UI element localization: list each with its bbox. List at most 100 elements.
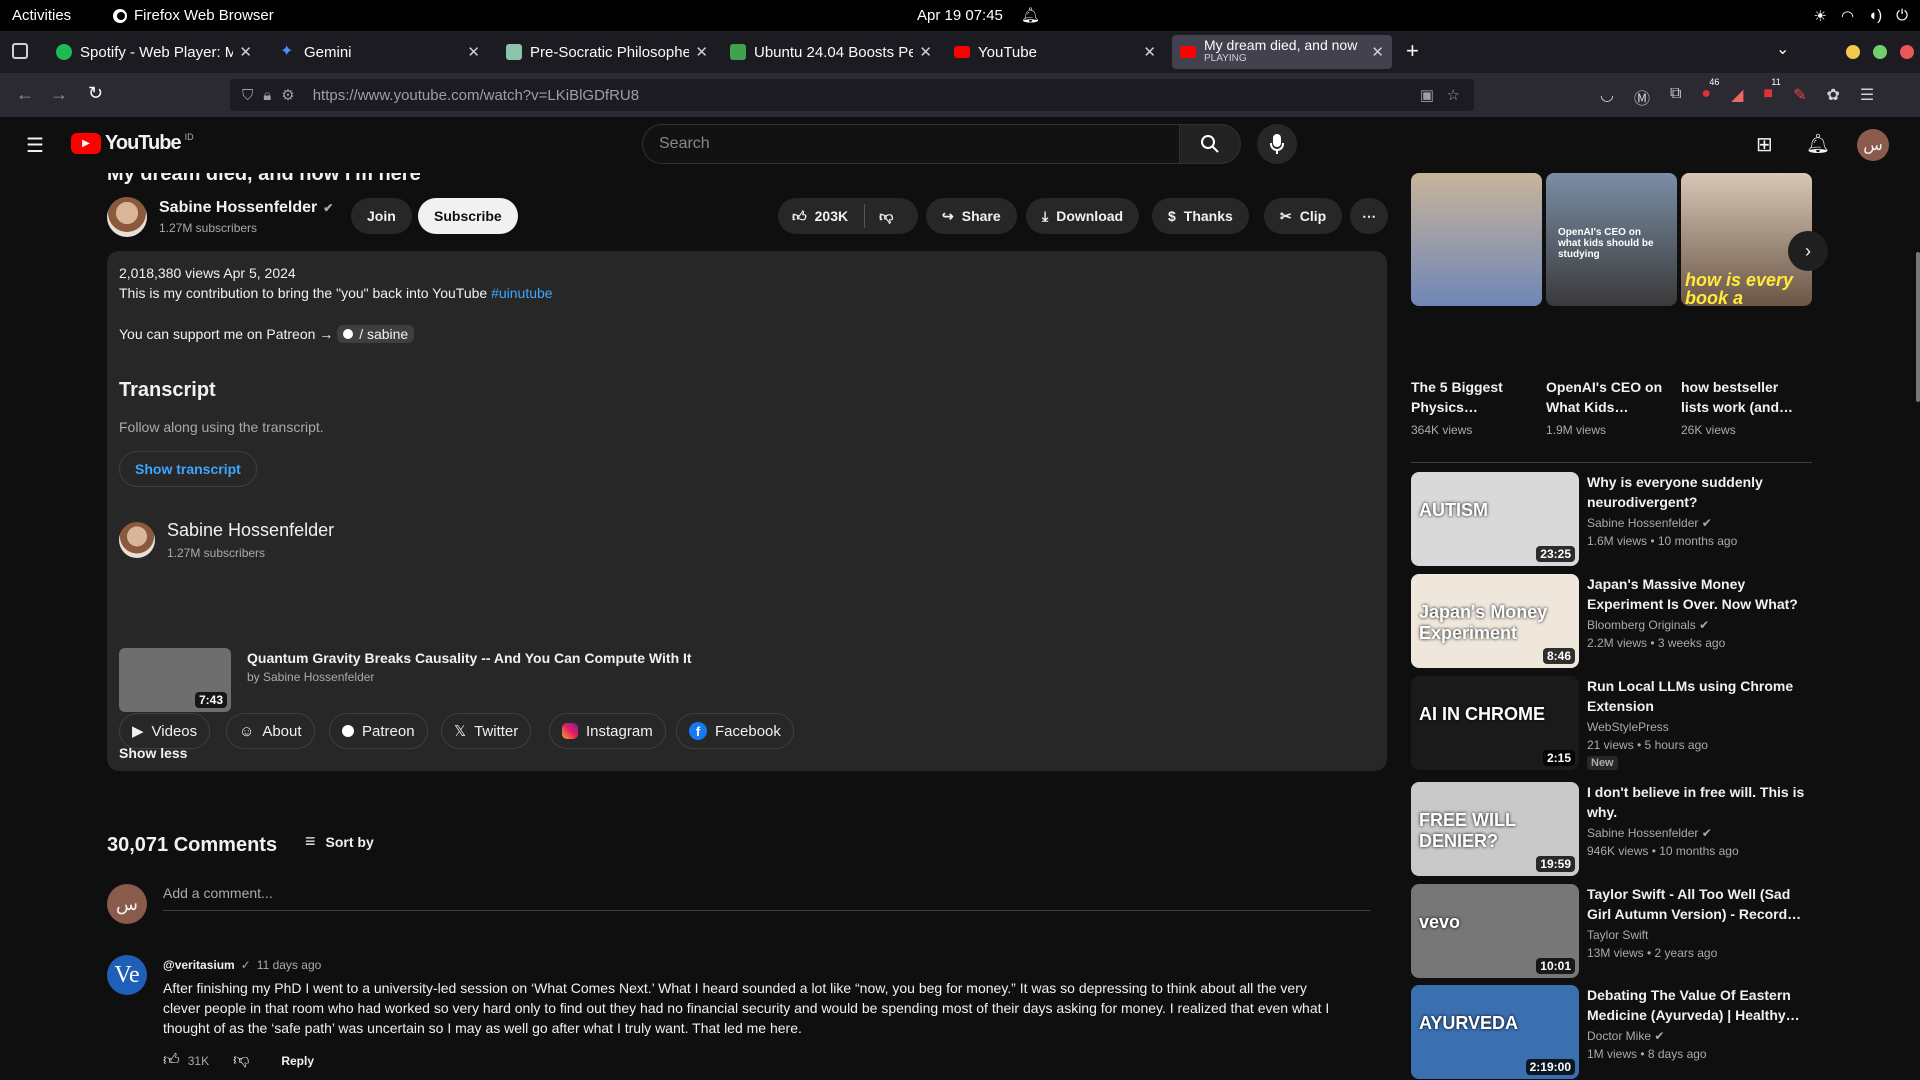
new-tab-button[interactable]: + [1406,38,1419,64]
recommended-video[interactable]: AYURVEDA 2:19:00 Debating The Value Of Eas… [1411,985,1821,1079]
video-thumbnail[interactable]: AI IN CHROME 2:15 [1411,676,1579,770]
video-channel[interactable]: Sabine Hossenfelder ✔ [1587,826,1712,840]
add-comment-input[interactable]: Add a comment... [163,885,1370,911]
extension-icon[interactable]: ✎ [1793,85,1806,109]
account-avatar[interactable]: س [1857,129,1889,161]
voice-search-button[interactable] [1257,124,1297,164]
close-icon[interactable]: ✕ [695,43,708,61]
video-channel[interactable]: WebStylePress [1587,720,1669,734]
url-bar[interactable]: ⛉ 🔒︎ ⚙ https://www.youtube.com/watch?v=L… [230,79,1474,111]
shelf-next-button[interactable]: › [1788,231,1828,271]
extension-icon[interactable]: ✿ [1826,85,1839,109]
search-input[interactable]: Search [642,124,1180,164]
video-channel[interactable]: Bloomberg Originals ✔ [1587,618,1709,632]
extension-badge-icon[interactable]: ■ 11 [1763,77,1780,109]
comment-author[interactable]: @veritasium [163,958,235,972]
bookmark-star-icon[interactable]: ☆ [1447,86,1460,104]
reply-button[interactable]: Reply [281,1054,314,1068]
tab-youtube[interactable]: YouTube ✕ [946,36,1164,68]
video-thumbnail[interactable]: AUTISM 23:25 [1411,472,1579,566]
video-title[interactable]: I don't believe in free will. This is wh… [1587,782,1817,822]
channel-name[interactable]: Sabine Hossenfelder [167,520,334,541]
sort-button[interactable]: ≡ Sort by [305,831,374,852]
download-button[interactable]: ⤓ Download [1026,198,1140,234]
like-button[interactable]: 👍︎ 203K 👎︎ [778,198,918,234]
video-title[interactable]: Run Local LLMs using Chrome Extension [1587,676,1817,716]
system-tray[interactable]: ☀ ◠ ◖) ⏻ [1814,7,1908,25]
join-button[interactable]: Join [351,198,412,234]
tab-spotify[interactable]: Spotify - Web Player: Mu ✕ [48,36,260,68]
video-thumbnail[interactable]: Japan's Money Experiment 8:46 [1411,574,1579,668]
clock[interactable]: Apr 19 07:45 [917,7,1003,24]
back-icon[interactable]: ← [16,84,34,105]
extension-badge-icon[interactable]: ● 46 [1701,77,1719,109]
subscribe-button[interactable]: Subscribe [418,198,518,234]
tab-ubuntu[interactable]: Ubuntu 24.04 Boosts Per ✕ [722,36,940,68]
more-actions-button[interactable]: ⋯ [1350,198,1388,234]
recommended-video[interactable]: AUTISM 23:25 Why is everyone suddenly neur… [1411,472,1821,566]
thumbs-down-icon[interactable]: 👎︎ [233,1051,249,1070]
channel-name[interactable]: Sabine Hossenfelder ✔ [159,199,333,217]
account-icon[interactable]: Ⓜ [1634,85,1650,109]
activities-button[interactable]: Activities [12,7,71,24]
channel-avatar[interactable] [119,522,155,558]
video-channel[interactable]: Sabine Hossenfelder ✔ [1587,516,1712,530]
commenter-avatar[interactable]: Ve [107,955,147,995]
hashtag-link[interactable]: #uinutube [491,285,553,301]
menu-icon[interactable]: ☰ [1860,85,1874,109]
show-transcript-button[interactable]: Show transcript [119,451,257,487]
scrollbar-thumb[interactable] [1916,252,1920,402]
video-title[interactable]: Taylor Swift - All Too Well (Sad Girl Au… [1587,884,1817,924]
hamburger-menu-icon[interactable]: ☰ [26,133,44,158]
patreon-link[interactable]: / sabine [337,325,415,343]
short-thumbnail[interactable]: OpenAI's CEO on what kids should be stud… [1546,173,1677,306]
instagram-chip[interactable]: Instagram [549,713,666,749]
pocket-icon[interactable]: ◡ [1600,85,1614,109]
short-title[interactable]: OpenAI's CEO on What Kids… [1546,377,1674,417]
thanks-button[interactable]: $ Thanks [1152,198,1249,234]
notifications-icon[interactable]: 🔔︎ [1806,132,1830,156]
tab-overview-icon[interactable] [12,43,28,59]
close-icon[interactable]: ✕ [239,43,252,61]
recommended-video[interactable]: Japan's Money Experiment 8:46 Japan's Mass… [1411,574,1821,668]
tab-gemini[interactable]: ✦ Gemini ✕ [272,36,488,68]
video-channel[interactable]: Doctor Mike ✔ [1587,1029,1664,1043]
featured-video-title[interactable]: Quantum Gravity Breaks Causality -- And … [247,650,692,666]
tab-presocratic[interactable]: Pre-Socratic Philosopher ✕ [498,36,716,68]
short-thumbnail[interactable] [1411,173,1542,306]
close-icon[interactable]: ✕ [1371,43,1384,61]
recommended-video[interactable]: FREE WILL DENIER? 19:59 I don't believe in… [1411,782,1821,876]
thumbs-up-icon[interactable]: 👍︎ [163,1051,180,1070]
close-icon[interactable]: ✕ [467,43,480,61]
video-title[interactable]: Why is everyone suddenly neurodivergent? [1587,472,1817,512]
videos-chip[interactable]: ▶ Videos [119,713,211,749]
video-title[interactable]: Japan's Massive Money Experiment Is Over… [1587,574,1817,614]
show-less-button[interactable]: Show less [119,745,187,761]
app-menu[interactable]: Firefox Web Browser [112,7,274,24]
share-button[interactable]: ↪ Share [926,198,1017,234]
youtube-logo[interactable]: ▶ YouTube ID [71,132,194,155]
tab-current-video[interactable]: My dream died, and now PLAYING ✕ [1172,35,1392,69]
video-thumbnail[interactable]: vevo 10:01 [1411,884,1579,978]
thumbs-down-icon[interactable]: 👎︎ [879,208,893,225]
description-box[interactable]: 2,018,380 views Apr 5, 2024 This is my c… [107,251,1387,771]
reload-icon[interactable]: ↻ [88,83,103,104]
short-title[interactable]: The 5 Biggest Physics… [1411,377,1539,417]
video-thumbnail[interactable]: FREE WILL DENIER? 19:59 [1411,782,1579,876]
extensions-icon[interactable]: ⧉ [1670,85,1681,109]
recommended-video[interactable]: AI IN CHROME 2:15 Run Local LLMs using Chr… [1411,676,1821,770]
comment-age[interactable]: 11 days ago [257,958,322,972]
close-icon[interactable]: ✕ [1143,43,1156,61]
close-window-button[interactable] [1900,45,1914,59]
extension-icon[interactable]: ◢ [1731,85,1743,109]
minimize-button[interactable] [1846,45,1860,59]
video-title[interactable]: Debating The Value Of Eastern Medicine (… [1587,985,1817,1025]
channel-avatar[interactable] [107,197,147,237]
recommended-video[interactable]: vevo 10:01 Taylor Swift - All Too Well (Sa… [1411,884,1821,978]
about-chip[interactable]: ☺ About [226,713,315,749]
video-thumbnail[interactable]: AYURVEDA 2:19:00 [1411,985,1579,1079]
create-video-icon[interactable]: ⊞ [1756,132,1773,157]
facebook-chip[interactable]: f Facebook [676,713,794,749]
featured-video-thumbnail[interactable]: 7:43 [119,648,231,712]
twitter-chip[interactable]: 𝕏 Twitter [441,713,532,749]
